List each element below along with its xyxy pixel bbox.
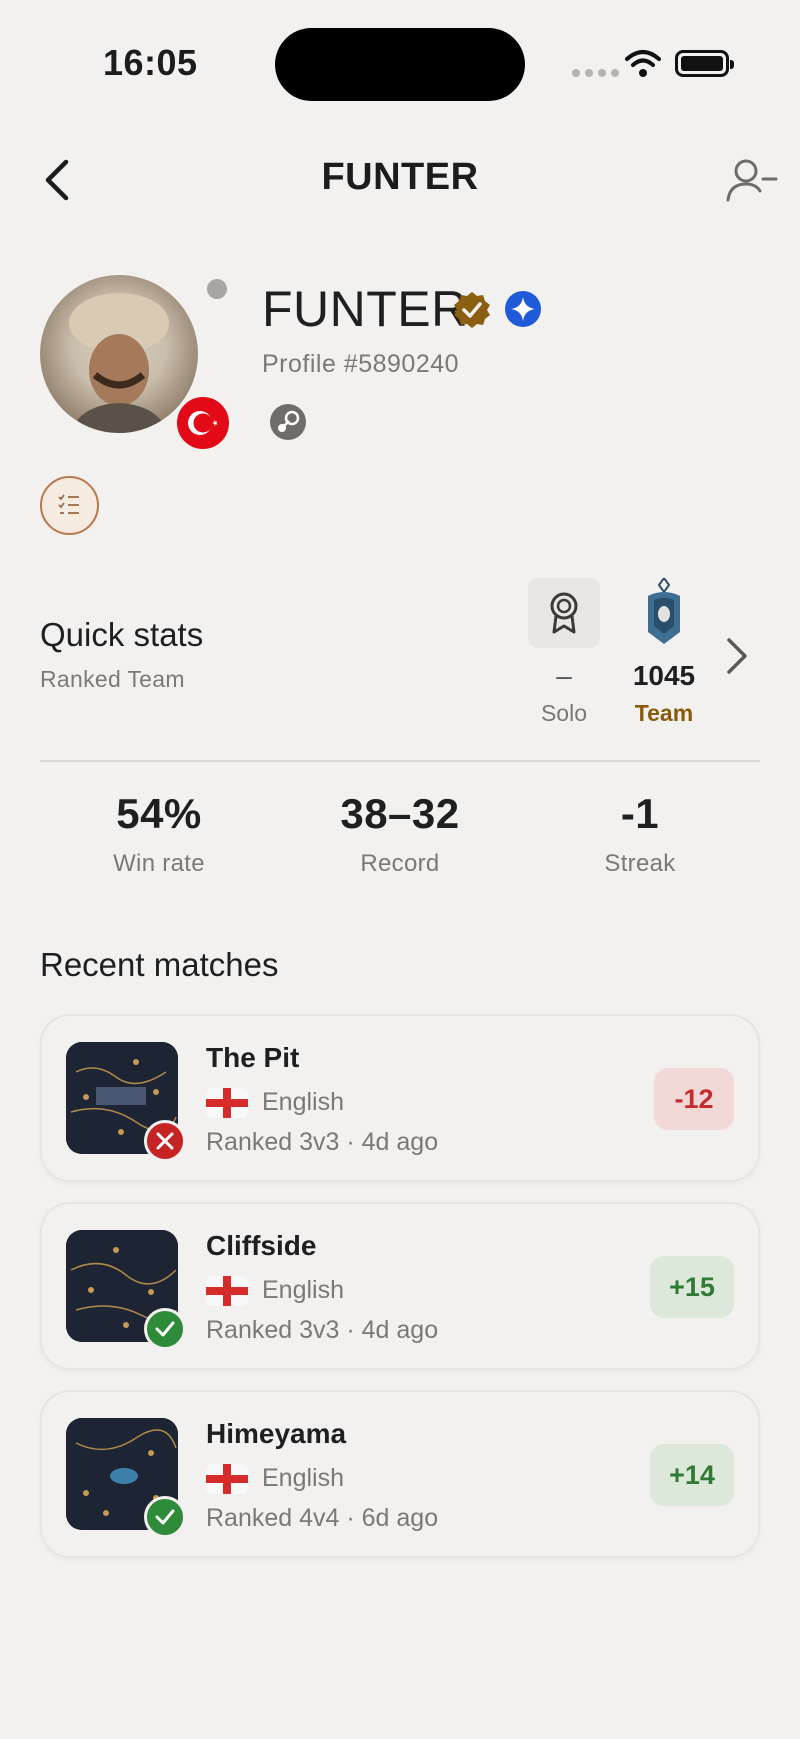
divider bbox=[40, 760, 760, 762]
dynamic-island bbox=[275, 28, 525, 101]
checklist-icon bbox=[58, 494, 79, 514]
england-flag-icon bbox=[206, 1276, 248, 1306]
map-name: The Pit bbox=[206, 1042, 300, 1073]
rating-delta: +15 bbox=[650, 1256, 734, 1318]
language-label: English bbox=[262, 1276, 344, 1304]
wifi-icon bbox=[625, 50, 661, 77]
star-badge-icon bbox=[505, 291, 541, 327]
record-label: Record bbox=[360, 850, 440, 877]
win-rate-value: 54% bbox=[116, 790, 202, 837]
check-icon bbox=[155, 1509, 175, 1525]
england-flag-icon bbox=[206, 1464, 248, 1494]
rating-delta: -12 bbox=[654, 1068, 734, 1130]
team-label: Team bbox=[634, 700, 694, 726]
profile-id: Profile #5890240 bbox=[262, 350, 460, 378]
match-card[interactable]: The Pit English Ranked 3v3 · 4d ago -12 bbox=[40, 1014, 760, 1182]
match-meta: Ranked 3v3 · 4d ago bbox=[206, 1316, 439, 1344]
map-name: Himeyama bbox=[206, 1418, 347, 1449]
medal-icon bbox=[550, 592, 578, 634]
language-label: English bbox=[262, 1464, 344, 1492]
match-card[interactable]: Cliffside English Ranked 3v3 · 4d ago +1… bbox=[40, 1202, 760, 1370]
streak-value: -1 bbox=[620, 790, 660, 837]
page-title: FUNTER bbox=[321, 156, 479, 198]
checklist-button[interactable] bbox=[40, 476, 99, 535]
streak-stat: -1 Streak bbox=[520, 790, 760, 878]
england-flag-icon bbox=[206, 1088, 248, 1118]
signal-icon bbox=[572, 69, 619, 77]
win-rate-stat: 54% Win rate bbox=[39, 790, 279, 878]
record-stat: 38–32 Record bbox=[280, 790, 520, 878]
status-time: 16:05 bbox=[103, 42, 198, 83]
recent-matches-title: Recent matches bbox=[40, 946, 279, 983]
map-name: Cliffside bbox=[206, 1230, 317, 1261]
streak-label: Streak bbox=[604, 850, 676, 877]
close-icon bbox=[156, 1132, 174, 1150]
win-badge bbox=[144, 1308, 186, 1350]
match-meta: Ranked 4v4 · 6d ago bbox=[206, 1504, 439, 1532]
match-card[interactable]: Himeyama English Ranked 4v4 · 6d ago +14 bbox=[40, 1390, 760, 1558]
verified-icon bbox=[454, 292, 490, 328]
rank-team-icon[interactable] bbox=[642, 578, 686, 646]
win-badge bbox=[144, 1496, 186, 1538]
language-label: English bbox=[262, 1088, 344, 1116]
solo-rating: – bbox=[556, 660, 572, 691]
win-rate-label: Win rate bbox=[113, 850, 205, 877]
rating-delta: +14 bbox=[650, 1444, 734, 1506]
record-value: 38–32 bbox=[340, 790, 460, 837]
match-meta: Ranked 3v3 · 4d ago bbox=[206, 1128, 439, 1156]
remove-user-icon[interactable] bbox=[726, 158, 778, 202]
team-rating: 1045 bbox=[632, 660, 696, 691]
check-icon bbox=[155, 1321, 175, 1337]
chevron-right-icon[interactable] bbox=[724, 634, 750, 678]
loss-badge bbox=[144, 1120, 186, 1162]
quick-stats-title: Quick stats bbox=[40, 616, 204, 653]
avatar bbox=[40, 275, 198, 433]
steam-icon[interactable] bbox=[270, 404, 306, 440]
solo-label: Solo bbox=[540, 700, 588, 726]
solo-rank-tile[interactable] bbox=[528, 578, 600, 648]
battery-icon bbox=[675, 50, 734, 77]
turkey-flag-icon bbox=[174, 394, 232, 452]
quick-stats-subtitle: Ranked Team bbox=[40, 666, 185, 692]
player-name: FUNTER bbox=[262, 281, 468, 337]
online-status-dot bbox=[207, 279, 227, 299]
